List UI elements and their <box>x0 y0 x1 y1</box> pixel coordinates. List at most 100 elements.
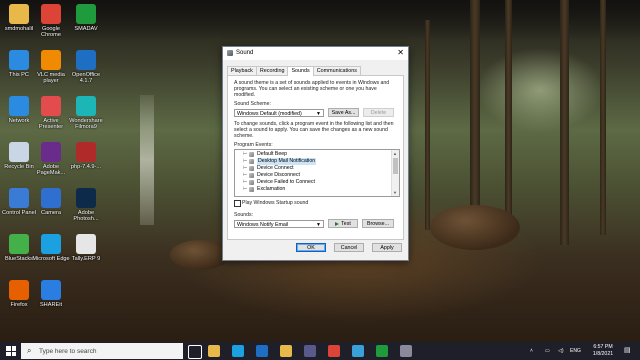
apply-button[interactable]: Apply <box>372 243 402 252</box>
scheme-description: A sound theme is a set of sounds applied… <box>234 80 390 99</box>
save-as-button[interactable]: Save As... <box>328 108 359 117</box>
search-icon: ⌕ <box>27 346 32 355</box>
start-button[interactable] <box>6 346 16 356</box>
tray-overflow-icon[interactable]: ˄ <box>530 348 533 354</box>
clock-date: 1/8/2021 <box>592 350 614 357</box>
program-events-label: Program Events: <box>234 142 273 148</box>
event-label: Exclamation <box>257 186 286 192</box>
mail-icon[interactable] <box>256 345 268 357</box>
scheme-select[interactable]: Windows Default (modified) ▼ <box>234 109 324 117</box>
list-item[interactable]: ⊢ Default Beep <box>235 151 390 158</box>
photoshop-icon <box>76 188 96 208</box>
sound-settings-icon[interactable] <box>400 345 412 357</box>
tab-communications[interactable]: Communications <box>312 66 361 75</box>
tab-recording[interactable]: Recording <box>255 66 289 75</box>
desktop-icon[interactable]: Adobe PageMak... <box>32 142 70 177</box>
battery-icon[interactable]: ▭ <box>545 348 550 354</box>
notifications-icon[interactable]: ▤ <box>624 346 631 354</box>
tree-connector-icon: ⊢ <box>243 151 248 157</box>
scheme-label: Sound Scheme: <box>234 101 271 107</box>
browse-button[interactable]: Browse... <box>362 219 394 228</box>
php-archive-icon <box>76 142 96 162</box>
startup-sound-checkbox[interactable] <box>234 200 241 207</box>
desktop-icon-label: php-7.4.9-... <box>70 164 102 170</box>
list-item[interactable]: ⊢ Exclamation <box>235 186 390 193</box>
tree-connector-icon: ⊢ <box>243 158 248 164</box>
event-label: Desktop Mail Notification <box>257 158 317 165</box>
desktop-icon[interactable]: Adobe Photosh... <box>67 188 105 223</box>
scroll-down-icon[interactable]: ▼ <box>393 190 397 195</box>
list-item[interactable]: ⊢ Device Failed to Connect <box>235 179 390 186</box>
tree-trunk <box>425 20 430 230</box>
rock <box>170 240 230 270</box>
openoffice-icon <box>76 50 96 70</box>
file-explorer-icon[interactable] <box>208 345 220 357</box>
search-placeholder: Type here to search <box>39 348 97 355</box>
tree-connector-icon: ⊢ <box>243 165 248 171</box>
edge-icon[interactable] <box>232 345 244 357</box>
activepresenter-icon <box>41 96 61 116</box>
event-label: Default Beep <box>257 151 287 157</box>
list-scrollbar[interactable]: ▲ ▼ <box>391 150 399 196</box>
tree-trunk <box>505 0 512 240</box>
vlc-icon <box>41 50 61 70</box>
folder-icon[interactable] <box>280 345 292 357</box>
speaker-icon <box>249 166 254 171</box>
sounds-value: Windows Notify Email <box>237 222 289 228</box>
chrome-icon[interactable] <box>328 345 340 357</box>
user-folder-icon <box>9 4 29 24</box>
scroll-thumb[interactable] <box>393 158 398 174</box>
tree-trunk <box>560 0 569 245</box>
desktop-icon[interactable]: Google Chrome <box>32 4 70 39</box>
desktop-icon-label: Microsoft Edge <box>32 256 70 262</box>
network-icon <box>9 96 29 116</box>
desktop-icon[interactable]: Wondershare Filmora9 <box>67 96 105 131</box>
task-view-icon[interactable] <box>188 345 202 359</box>
tree-connector-icon: ⊢ <box>243 186 248 192</box>
desktop-icon[interactable]: php-7.4.9-... <box>67 142 105 170</box>
store-icon[interactable] <box>304 345 316 357</box>
tree-trunk <box>600 0 606 235</box>
tab-sounds[interactable]: Sounds <box>287 66 314 76</box>
desktop-icon[interactable]: SHAREit <box>32 280 70 308</box>
sounds-select[interactable]: Windows Notify Email ▼ <box>234 220 324 228</box>
tab-strip: Playback Recording Sounds Communications <box>227 66 361 76</box>
startup-sound-label: Play Windows Startup sound <box>242 200 309 206</box>
list-item[interactable]: ⊢ Device Disconnect <box>235 172 390 179</box>
desktop-icon[interactable]: SMADAV <box>67 4 105 32</box>
title-bar[interactable]: Sound ✕ <box>223 47 408 60</box>
delete-button[interactable]: Delete <box>363 108 394 117</box>
desktop-icon[interactable]: Camera <box>32 188 70 216</box>
desktop-icon[interactable]: OpenOffice 4.1.7 <box>67 50 105 85</box>
desktop-icon[interactable]: VLC media player <box>32 50 70 85</box>
volume-icon[interactable]: ◁) <box>558 348 564 354</box>
tally-icon <box>76 234 96 254</box>
chrome-icon <box>41 4 61 24</box>
language-indicator[interactable]: ENG <box>570 348 581 354</box>
chevron-down-icon: ▼ <box>316 111 321 117</box>
event-label: Device Connect <box>257 165 294 171</box>
sounds-panel: A sound theme is a set of sounds applied… <box>227 75 404 240</box>
desktop-icon-label: VLC media player <box>37 72 65 85</box>
smadav-icon[interactable] <box>376 345 388 357</box>
tab-playback[interactable]: Playback <box>227 66 257 75</box>
desktop-icon[interactable]: Microsoft Edge <box>32 234 70 262</box>
program-events-list[interactable]: ⊢ Default Beep ⊢ Desktop Mail Notification ⊢… <box>234 149 400 197</box>
clock[interactable]: 6:57 PM 1/8/2021 <box>588 344 618 357</box>
desktop-icon-label: SHAREit <box>39 302 63 308</box>
desktop-icon[interactable]: Active Presenter <box>32 96 70 131</box>
desktop-icon[interactable]: Tally.ERP 9 <box>67 234 105 262</box>
test-button[interactable]: Test <box>328 219 358 228</box>
scroll-up-icon[interactable]: ▲ <box>393 151 397 156</box>
ok-button[interactable]: OK <box>296 243 326 252</box>
search-box[interactable]: ⌕ Type here to search <box>21 343 183 359</box>
list-item[interactable]: ⊢ Desktop Mail Notification <box>235 158 390 165</box>
desktop-icon-label: OpenOffice 4.1.7 <box>71 72 101 85</box>
cancel-button[interactable]: Cancel <box>334 243 364 252</box>
media-icon[interactable] <box>352 345 364 357</box>
close-button[interactable]: ✕ <box>397 48 404 58</box>
list-item[interactable]: ⊢ Device Connect <box>235 165 390 172</box>
scheme-value: Windows Default (modified) <box>237 111 302 117</box>
waterfall <box>140 95 154 225</box>
desktop-icon-label: SMADAV <box>74 26 98 32</box>
